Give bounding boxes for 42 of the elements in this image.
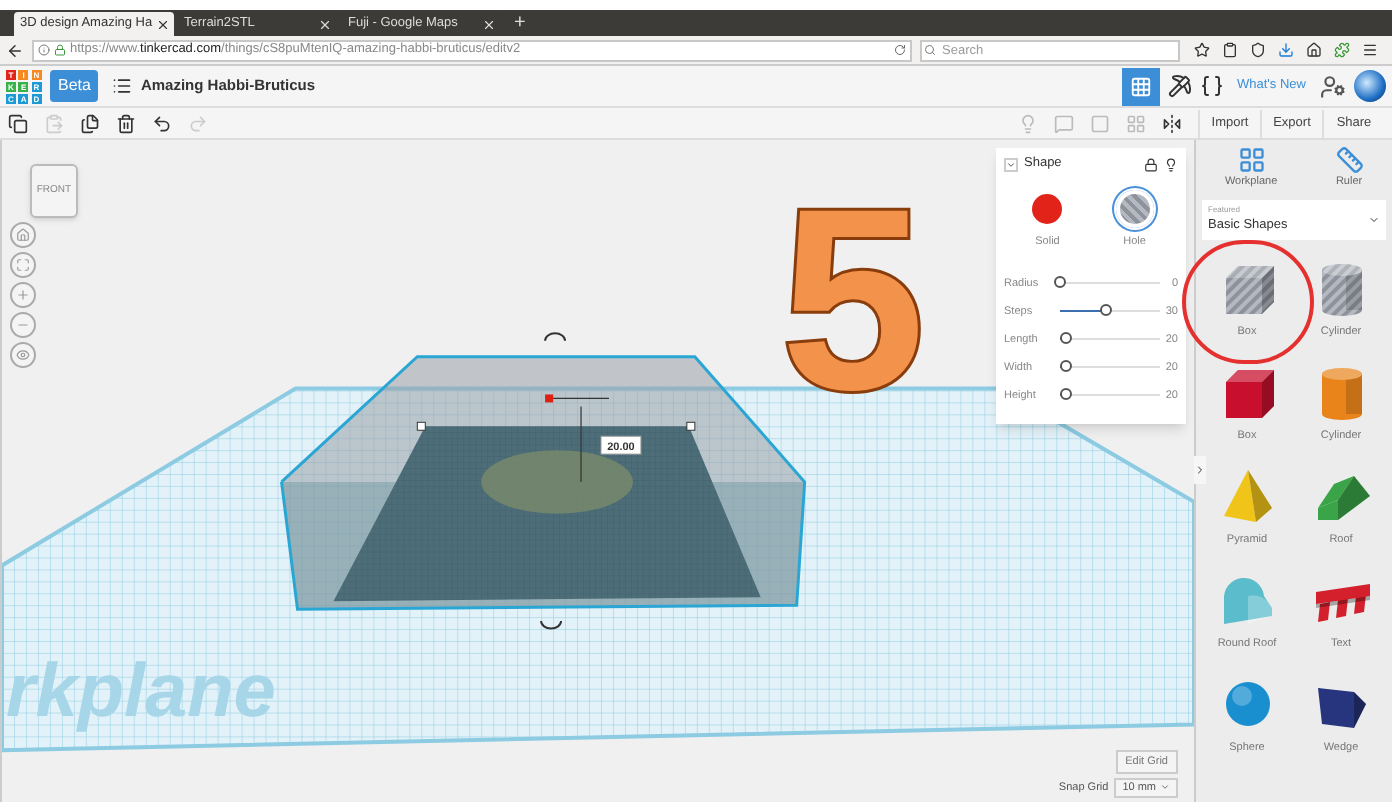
delete-icon[interactable] [116, 113, 136, 133]
home-icon[interactable] [1306, 42, 1322, 58]
user-icon[interactable] [1320, 73, 1346, 99]
shield-icon[interactable] [1250, 42, 1266, 58]
info-icon[interactable] [38, 44, 50, 56]
clipboard-icon[interactable] [1222, 42, 1238, 58]
extension-icon[interactable] [1334, 42, 1350, 58]
minus-icon [16, 318, 30, 332]
lock-icon [54, 44, 66, 56]
hole-mode-button[interactable] [1115, 190, 1154, 228]
grid-icon [1129, 75, 1152, 97]
new-tab-button[interactable]: + [506, 12, 534, 36]
pickaxe-icon[interactable] [1167, 74, 1192, 98]
lock-icon[interactable] [1144, 157, 1158, 171]
list-icon[interactable] [112, 76, 133, 96]
beta-badge[interactable]: Beta [50, 70, 99, 102]
grid-icon [1237, 146, 1266, 174]
back-icon[interactable] [6, 41, 24, 59]
braces-icon[interactable] [1199, 74, 1224, 98]
download-icon[interactable] [1278, 42, 1294, 58]
dimension-label [600, 435, 642, 455]
close-icon[interactable] [156, 17, 171, 31]
fit-icon [16, 258, 30, 272]
bookmark-icon[interactable] [1194, 42, 1210, 58]
duplicate-icon[interactable] [80, 113, 100, 133]
undo-icon[interactable] [152, 113, 172, 133]
avatar[interactable] [1354, 70, 1386, 102]
plus-icon [16, 288, 30, 302]
menu-icon[interactable] [1362, 42, 1378, 58]
ruler-icon [1335, 146, 1364, 174]
lightbulb-icon[interactable] [1164, 157, 1178, 171]
chevron-icon [1194, 464, 1206, 476]
search-icon [924, 44, 936, 56]
reload-icon[interactable] [894, 44, 906, 56]
panel-toggle[interactable] [1194, 456, 1206, 484]
home-icon [16, 228, 30, 242]
caret-icon [1368, 213, 1380, 226]
caret-icon [1160, 782, 1170, 793]
eye-icon [16, 348, 30, 362]
mirror-icon[interactable] [1162, 113, 1182, 133]
workplane-label: rkplane [6, 650, 276, 735]
copy-icon[interactable] [8, 113, 28, 133]
